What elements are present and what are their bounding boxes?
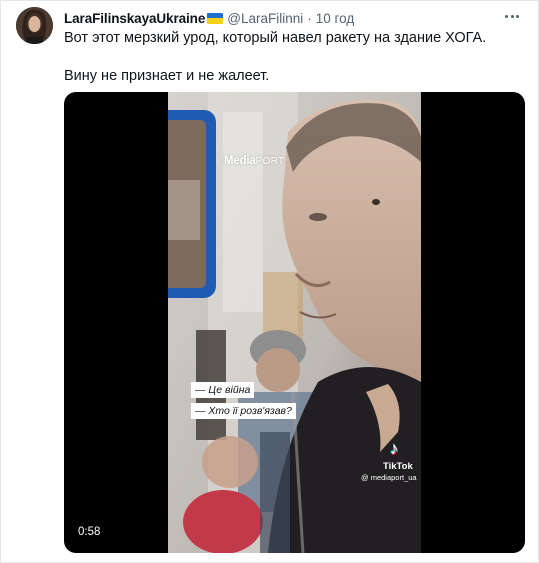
tweet-text: Вот этот мерзкий урод, который навел рак…	[64, 29, 524, 86]
tiktok-logo-icon: ♪	[390, 439, 399, 458]
avatar[interactable]	[16, 7, 53, 44]
tweet-card: LaraFilinskayaUkraine @LaraFilinni · 10 …	[0, 0, 539, 563]
subtitle-line-2: — Хто її розв'язав?	[191, 403, 296, 419]
separator-dot: ·	[307, 10, 312, 26]
tweet-header: LaraFilinskayaUkraine @LaraFilinni · 10 …	[64, 9, 354, 27]
ukraine-flag-icon	[207, 12, 224, 24]
display-name[interactable]: LaraFilinskayaUkraine	[64, 11, 205, 26]
watermark-brand-bold: Media	[224, 155, 256, 167]
more-horizontal-icon[interactable]	[500, 6, 524, 26]
video-duration: 0:58	[78, 526, 101, 538]
timestamp[interactable]: 10 год	[316, 11, 354, 26]
video-still	[168, 92, 421, 553]
watermark-brand-light: PORT	[255, 156, 285, 167]
tiktok-username: @ mediaport_ua	[361, 473, 417, 482]
user-handle[interactable]: @LaraFilinni	[227, 11, 303, 26]
video-player[interactable]: MediaPORT — Це війна — Хто її розв'язав?…	[64, 92, 525, 553]
tweet-text-line-1: Вот этот мерзкий урод, который навел рак…	[64, 30, 487, 46]
video-frame	[168, 92, 421, 553]
tweet-text-line-2: Вину не признает и не жалеет.	[64, 68, 270, 84]
mediaport-watermark: MediaPORT	[224, 155, 284, 167]
tiktok-name: TikTok	[383, 461, 413, 472]
avatar-image	[16, 7, 53, 44]
subtitle-line-1: — Це війна	[191, 382, 255, 398]
